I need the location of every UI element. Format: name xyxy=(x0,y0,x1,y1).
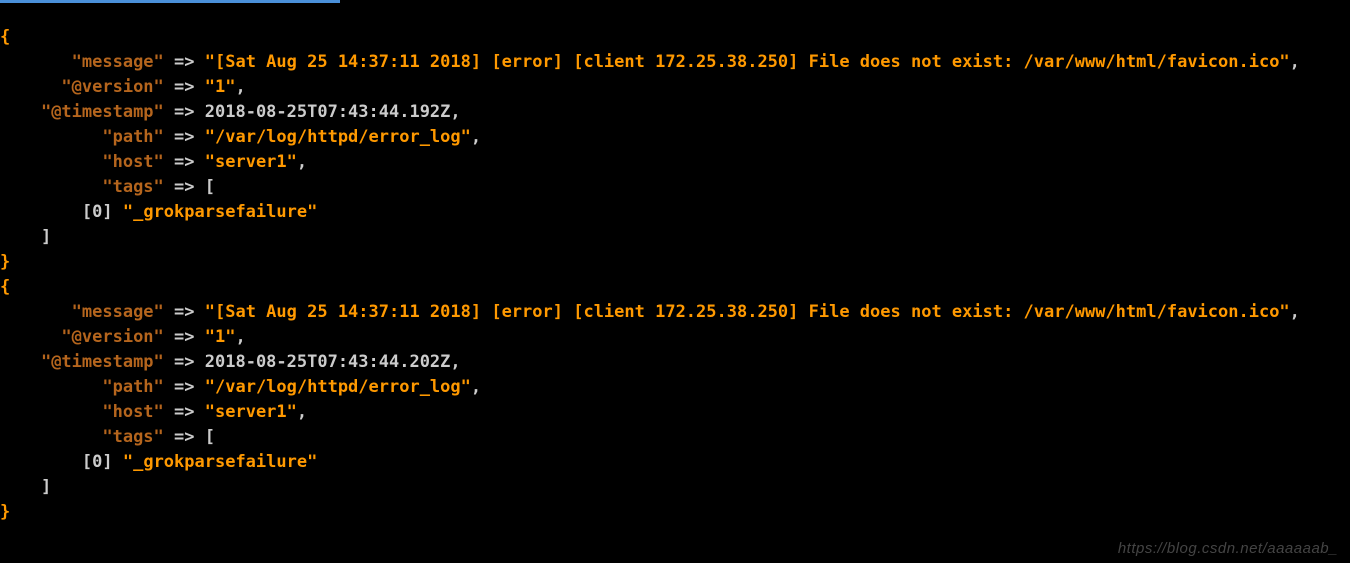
key-host: "host" xyxy=(102,402,163,422)
arrow: => xyxy=(174,352,194,372)
key-version: "@version" xyxy=(61,77,163,97)
arrow: => xyxy=(174,177,194,197)
key-path: "path" xyxy=(102,377,163,397)
arrow: => xyxy=(174,402,194,422)
value-timestamp: 2018-08-25T07:43:44.192Z xyxy=(205,102,451,122)
close-brace: } xyxy=(0,502,10,522)
value-timestamp: 2018-08-25T07:43:44.202Z xyxy=(205,352,451,372)
comma: , xyxy=(1290,302,1300,322)
key-tags: "tags" xyxy=(102,177,163,197)
comma: , xyxy=(235,327,245,347)
value-path: "/var/log/httpd/error_log" xyxy=(205,377,471,397)
comma: , xyxy=(235,77,245,97)
tag-index: [0] xyxy=(82,452,113,472)
comma: , xyxy=(450,102,460,122)
arrow: => xyxy=(174,152,194,172)
value-message: "[Sat Aug 25 14:37:11 2018] [error] [cli… xyxy=(205,52,1290,72)
arrow: => xyxy=(174,377,194,397)
comma: , xyxy=(471,127,481,147)
key-message: "message" xyxy=(72,302,164,322)
value-version: "1" xyxy=(205,77,236,97)
watermark: https://blog.csdn.net/aaaaaab_ xyxy=(1118,540,1338,557)
key-timestamp: "@timestamp" xyxy=(41,352,164,372)
key-timestamp: "@timestamp" xyxy=(41,102,164,122)
terminal-output: { "message" => "[Sat Aug 25 14:37:11 201… xyxy=(0,0,1350,525)
tag-value: "_grokparsefailure" xyxy=(123,452,317,472)
close-brace: } xyxy=(0,252,10,272)
close-bracket: ] xyxy=(41,227,51,247)
scrollbar-indicator xyxy=(0,0,340,3)
open-bracket: [ xyxy=(205,177,215,197)
arrow: => xyxy=(174,127,194,147)
arrow: => xyxy=(174,77,194,97)
arrow: => xyxy=(174,302,194,322)
comma: , xyxy=(471,377,481,397)
open-bracket: [ xyxy=(205,427,215,447)
comma: , xyxy=(297,402,307,422)
arrow: => xyxy=(174,102,194,122)
value-host: "server1" xyxy=(205,152,297,172)
comma: , xyxy=(450,352,460,372)
arrow: => xyxy=(174,427,194,447)
key-message: "message" xyxy=(72,52,164,72)
tag-value: "_grokparsefailure" xyxy=(123,202,317,222)
key-tags: "tags" xyxy=(102,427,163,447)
open-brace: { xyxy=(0,27,10,47)
arrow: => xyxy=(174,327,194,347)
key-path: "path" xyxy=(102,127,163,147)
tag-index: [0] xyxy=(82,202,113,222)
close-bracket: ] xyxy=(41,477,51,497)
value-message: "[Sat Aug 25 14:37:11 2018] [error] [cli… xyxy=(205,302,1290,322)
key-host: "host" xyxy=(102,152,163,172)
value-version: "1" xyxy=(205,327,236,347)
comma: , xyxy=(1290,52,1300,72)
arrow: => xyxy=(174,52,194,72)
open-brace: { xyxy=(0,277,10,297)
value-host: "server1" xyxy=(205,402,297,422)
comma: , xyxy=(297,152,307,172)
value-path: "/var/log/httpd/error_log" xyxy=(205,127,471,147)
key-version: "@version" xyxy=(61,327,163,347)
